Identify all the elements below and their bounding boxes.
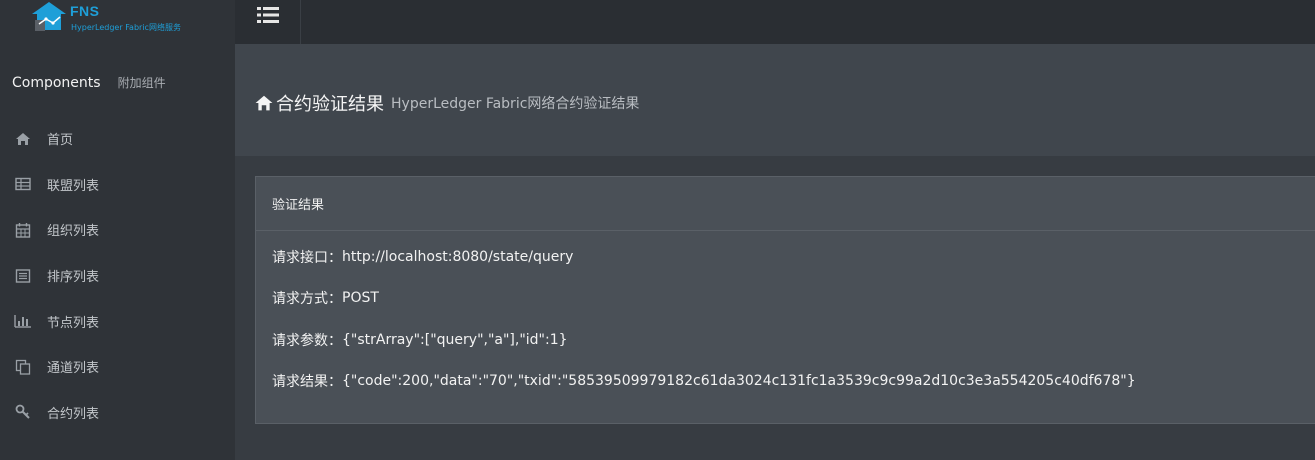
- sidebar-item-alliances[interactable]: 联盟列表: [0, 162, 235, 208]
- sidebar-nav: 首页 联盟列表 组织列表 排序列表 节点列表 通道列表 合约列表: [0, 116, 235, 435]
- row-value: POST: [342, 290, 379, 307]
- row-label: 请求结果：: [272, 374, 342, 391]
- calendar-icon: [14, 222, 32, 238]
- sidebar-item-label: 联盟列表: [47, 178, 100, 194]
- request-result-row: 请求结果： {"code":200,"data":"70","txid":"585…: [272, 361, 1315, 403]
- sidebar-item-label: 首页: [47, 133, 74, 149]
- sidebar-item-label: 通道列表: [47, 361, 100, 377]
- result-panel: 验证结果 请求接口： http://localhost:8080/state/qu…: [255, 176, 1315, 424]
- sidebar: FNS HyperLedger Fabric网络服务 Components 附加…: [0, 0, 235, 460]
- sidebar-item-home[interactable]: 首页: [0, 116, 235, 162]
- panel-body: 请求接口： http://localhost:8080/state/query 请…: [256, 236, 1315, 402]
- request-method-row: 请求方式： POST: [272, 278, 1315, 320]
- section-title: Components: [12, 75, 101, 91]
- page-header: 合约验证结果 HyperLedger Fabric网络合约验证结果: [235, 44, 1315, 156]
- sidebar-item-contracts[interactable]: 合约列表: [0, 390, 235, 436]
- main-content: 验证结果 请求接口： http://localhost:8080/state/qu…: [235, 156, 1315, 460]
- top-navbar: [235, 0, 1315, 45]
- logo-name: FNS: [70, 3, 100, 19]
- section-subtitle: 附加组件: [117, 76, 166, 90]
- copy-icon: [14, 359, 32, 375]
- row-value: {"strArray":["query","a"],"id":1}: [342, 331, 568, 348]
- sidebar-item-label: 排序列表: [47, 270, 100, 286]
- home-icon: [255, 95, 273, 111]
- sidebar-item-label: 节点列表: [47, 315, 100, 331]
- sidebar-item-peers[interactable]: 节点列表: [0, 298, 235, 344]
- sidebar-item-organizations[interactable]: 组织列表: [0, 207, 235, 253]
- panel-title: 验证结果: [256, 177, 1315, 231]
- row-label: 请求参数：: [272, 332, 342, 349]
- row-label: 请求方式：: [272, 291, 342, 308]
- menu-toggle-button[interactable]: [235, 0, 301, 44]
- sidebar-item-label: 合约列表: [47, 406, 100, 422]
- request-url-row: 请求接口： http://localhost:8080/state/query: [272, 236, 1315, 278]
- components-heading: Components 附加组件: [12, 72, 166, 91]
- row-value: {"code":200,"data":"70","txid":"58539509…: [342, 373, 1136, 390]
- page-title-text: 合约验证结果: [276, 94, 384, 115]
- bar-chart-icon: [14, 313, 32, 329]
- home-icon: [14, 131, 32, 147]
- list-alt-icon: [14, 268, 32, 284]
- house-logo-icon: [32, 2, 66, 31]
- key-icon: [14, 404, 32, 420]
- logo[interactable]: FNS HyperLedger Fabric网络服务: [30, 0, 230, 44]
- row-label: 请求接口：: [272, 249, 342, 266]
- page-subtitle: HyperLedger Fabric网络合约验证结果: [391, 96, 640, 112]
- logo-subtitle: HyperLedger Fabric网络服务: [71, 23, 181, 32]
- sidebar-item-orderers[interactable]: 排序列表: [0, 253, 235, 299]
- row-value: http://localhost:8080/state/query: [342, 248, 574, 265]
- request-params-row: 请求参数： {"strArray":["query","a"],"id":1}: [272, 319, 1315, 361]
- table-icon: [14, 176, 32, 192]
- sidebar-item-label: 组织列表: [47, 224, 100, 240]
- page-title: 合约验证结果 HyperLedger Fabric网络合约验证结果: [255, 90, 639, 116]
- list-icon: [256, 7, 279, 23]
- sidebar-item-channels[interactable]: 通道列表: [0, 344, 235, 390]
